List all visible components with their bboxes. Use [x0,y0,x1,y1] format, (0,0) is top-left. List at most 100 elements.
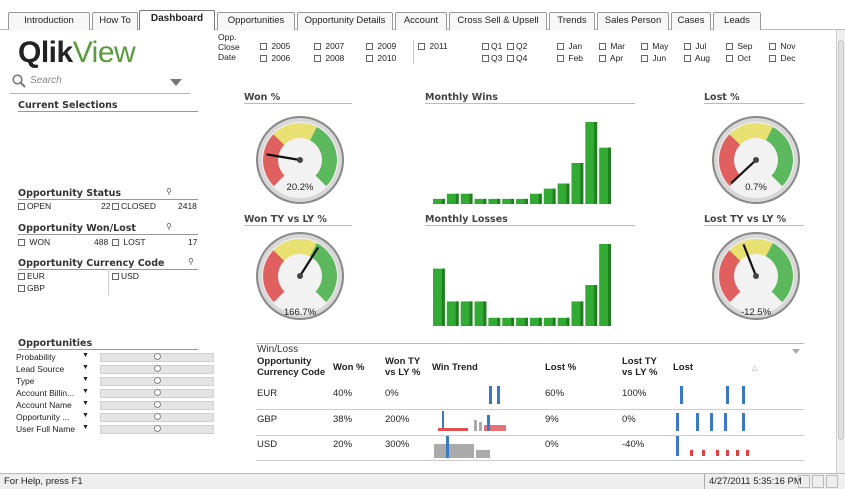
slider-knob[interactable] [154,425,161,432]
chevron-down-icon[interactable] [170,78,182,88]
slider-knob[interactable] [154,365,161,372]
month-may[interactable]: May [641,41,668,51]
month-mar[interactable]: Mar [599,41,625,51]
col-header-currency[interactable]: Opportunity Currency Code [257,356,332,378]
tab-dashboard[interactable]: Dashboard [139,10,215,31]
filter-opportunity[interactable]: Opportunity ... ▼ [16,412,214,423]
dropdown-arrow-icon[interactable]: ▼ [82,376,89,383]
col-header-lost-pct[interactable]: Lost % [545,362,576,373]
dropdown-arrow-icon[interactable]: ▼ [82,400,89,407]
checkbox[interactable] [18,273,25,281]
checkbox[interactable] [112,239,119,247]
search-icon[interactable]: ⚲ [166,187,172,196]
checkbox[interactable] [18,239,25,247]
tab-trends[interactable]: Trends [549,12,595,30]
month-nov[interactable]: Nov [769,41,796,51]
slider-knob[interactable] [154,401,161,408]
dropdown-arrow-icon[interactable]: ▼ [82,352,89,359]
search-icon[interactable]: ⚲ [188,257,194,266]
slider[interactable] [100,365,214,374]
chart-bar-shade [497,317,501,326]
month-aug[interactable]: Aug [684,53,710,63]
tab-leads[interactable]: Leads [713,12,761,30]
tab-cross-sell-upsell[interactable]: Cross Sell & Upsell [449,12,547,30]
dropdown-arrow-icon[interactable]: ▼ [82,412,89,419]
win-trend-sparkline-usd [434,436,490,458]
col-header-won-ty[interactable]: Won TY vs LY % [385,356,425,378]
dropdown-arrow-icon[interactable]: ▼ [82,364,89,371]
checkbox[interactable] [18,203,25,211]
scrollbar-thumb[interactable] [838,40,844,440]
slider[interactable] [100,389,214,398]
checkbox[interactable] [112,273,119,281]
month-jun[interactable]: Jun [641,53,666,63]
search-icon[interactable]: ⚲ [166,222,172,231]
status-open-item[interactable]: OPEN [18,201,51,211]
chevron-down-icon[interactable] [792,346,800,356]
year-2006[interactable]: 2006 [260,53,290,63]
col-header-lost-ty[interactable]: Lost TY vs LY % [622,356,664,378]
filter-probability[interactable]: Probability ▼ [16,352,214,363]
year-2007[interactable]: 2007 [314,41,344,51]
month-jan[interactable]: Jan [557,41,582,51]
month-jul[interactable]: Jul [684,41,706,51]
slider[interactable] [100,377,214,386]
table-cell-code: GBP [257,414,278,425]
month-feb[interactable]: Feb [557,53,583,63]
month-oct[interactable]: Oct [726,53,751,63]
slider[interactable] [100,353,214,362]
filter-account-billing[interactable]: Account Billin... ▼ [16,388,214,399]
vertical-scrollbar[interactable] [836,30,845,473]
currency-usd-item[interactable]: USD [112,271,139,281]
currency-gbp-item[interactable]: GBP [18,283,45,293]
dropdown-arrow-icon[interactable]: ▼ [82,424,89,431]
quarter-q2[interactable]: Q2 [507,41,527,51]
slider[interactable] [100,401,214,410]
slider-knob[interactable] [154,413,161,420]
filter-type[interactable]: Type ▼ [16,376,214,387]
checkbox[interactable] [112,203,119,211]
year-2008[interactable]: 2008 [314,53,344,63]
slider-knob[interactable] [154,389,161,396]
year-2010[interactable]: 2010 [366,53,396,63]
quarter-q1[interactable]: Q1 [482,41,502,51]
quarter-q3[interactable]: Q3 [482,53,502,63]
won-item[interactable]: WON [18,237,50,247]
col-header-lost[interactable]: Lost [673,362,693,373]
year-2009[interactable]: 2009 [366,41,396,51]
slider-knob[interactable] [154,377,161,384]
year-2011[interactable]: 2011 [418,41,448,51]
tab-introduction[interactable]: Introduction [8,12,90,30]
tab-sales-person[interactable]: Sales Person [597,12,669,30]
month-sep[interactable]: Sep [726,41,753,51]
slider[interactable] [100,425,214,434]
year-2005[interactable]: 2005 [260,41,290,51]
filter-account-name[interactable]: Account Name ▼ [16,400,214,411]
currency-eur-item[interactable]: EUR [18,271,45,281]
chart-bar-shade [455,301,459,326]
month-dec[interactable]: Dec [769,53,796,63]
filter-lead-source[interactable]: Lead Source ▼ [16,364,214,375]
chart-bar-shade [538,317,542,326]
monthly-wins-title: Monthly Wins [425,92,635,104]
lost-pct-title: Lost % [704,92,804,104]
tab-opportunity-details[interactable]: Opportunity Details [297,12,393,30]
chart-bar-shade [566,317,570,326]
slider[interactable] [100,413,214,422]
lost-item[interactable]: LOST [112,237,146,247]
slider-knob[interactable] [154,353,161,360]
col-header-win-trend[interactable]: Win Trend [432,362,478,373]
search-box[interactable]: Search [10,70,190,94]
search-input[interactable]: Search [30,75,62,86]
status-closed-item[interactable]: CLOSED [112,201,156,211]
filter-user-full-name[interactable]: User Full Name ▼ [16,424,214,435]
checkbox[interactable] [18,285,25,293]
col-header-won-pct[interactable]: Won % [333,362,365,373]
tab-cases[interactable]: Cases [671,12,711,30]
dropdown-arrow-icon[interactable]: ▼ [82,388,89,395]
quarter-q4[interactable]: Q4 [507,53,527,63]
tab-opportunities[interactable]: Opportunities [217,12,295,30]
tab-how-to[interactable]: How To [92,12,138,30]
tab-account[interactable]: Account [395,12,447,30]
month-apr[interactable]: Apr [599,53,623,63]
